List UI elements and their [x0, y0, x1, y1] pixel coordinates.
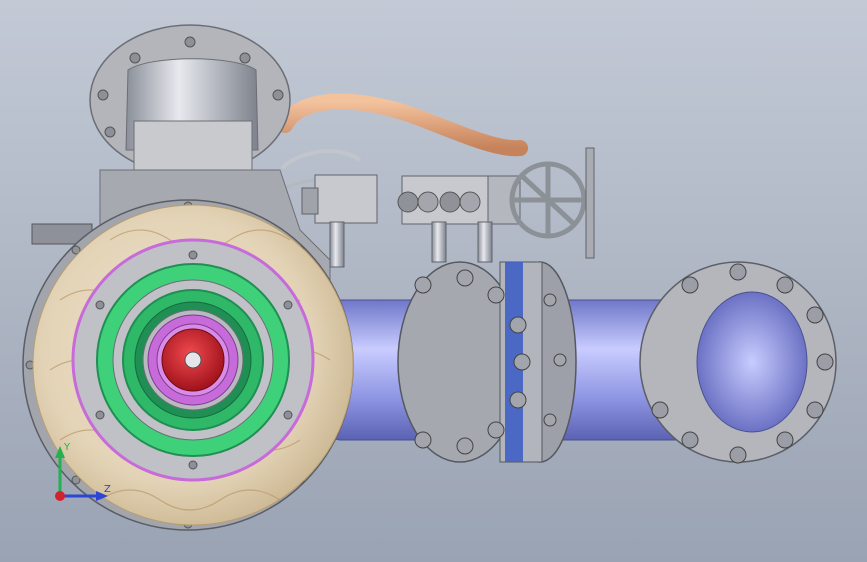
core-center-hole — [184, 351, 202, 369]
axis-triad: Y Z — [55, 442, 111, 501]
x-axis-origin — [55, 491, 65, 501]
outlet-flange[interactable] — [639, 261, 837, 463]
y-axis-label: Y — [63, 442, 71, 453]
cad-viewport[interactable] — [0, 0, 867, 562]
z-axis-label: Z — [104, 484, 111, 495]
